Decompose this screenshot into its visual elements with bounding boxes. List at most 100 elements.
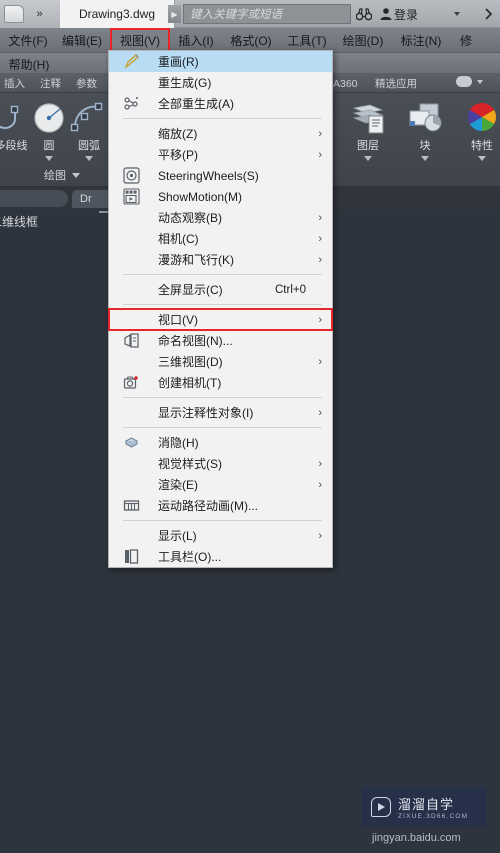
chevron-down-icon[interactable] [45,156,53,161]
menu-bar-item-label: 格式(O) [230,34,272,48]
menu-item-1[interactable]: 重生成(G) [109,72,332,93]
menu-item-24[interactable]: 运动路径动画(M)... [109,495,332,516]
menu-bar-item-1[interactable]: 编辑(E) [56,30,108,51]
menu-bar-item-3[interactable]: 插入(I) [172,30,220,51]
ribbon-tab-label: 注释 [40,78,61,90]
menu-item-14[interactable]: 视口(V) › [108,308,333,331]
show-motion-icon [123,188,140,205]
menu-item-22[interactable]: 视觉样式(S) › [109,453,332,474]
menu-item-19[interactable]: 显示注释性对象(I) › [109,402,332,423]
cloud-icon[interactable] [456,76,472,87]
ribbon-tab-3[interactable]: A360 [333,75,358,92]
watermark-subtitle: ZIXUE.3D66.COM [398,813,469,820]
menu-item-label: 命名视图(N)... [158,334,233,348]
ribbon-tab-0[interactable]: 插入 [4,75,25,92]
menu-bar-item-2[interactable]: 视图(V) [110,28,170,53]
redraw-pencil-icon [123,53,140,70]
ribbon-tab-2[interactable]: 参数 [76,75,97,92]
sign-in-button[interactable]: 登录 [394,6,418,23]
menu-item-9[interactable]: 相机(C) › [109,228,332,249]
menu-item-6[interactable]: SteeringWheels(S) [109,165,332,186]
ribbon-panel-title-draw[interactable]: 绘图 [14,167,110,183]
menu-bar-item-help[interactable]: 帮助(H) [4,54,54,75]
document-tab[interactable]: Drawing3.dwg [60,0,175,28]
menu-item-label: SteeringWheels(S) [158,168,259,183]
submenu-chevron-right-icon: › [318,232,322,245]
menu-item-8[interactable]: 动态观察(B) › [109,207,332,228]
menu-item-4[interactable]: 缩放(Z) › [109,123,332,144]
document-icon[interactable] [4,5,24,23]
menu-item-10[interactable]: 漫游和飞行(K) › [109,249,332,270]
search-input[interactable]: 键入关键字或短语 [183,4,351,24]
menu-bar-item-5[interactable]: 工具(T) [282,30,332,51]
ribbon-button-label: 圆 [43,140,55,152]
menu-item-15[interactable]: 命名视图(N)... [109,330,332,351]
sign-in-label: 登录 [394,8,419,22]
help-icon[interactable] [482,5,500,23]
ribbon-button-layers[interactable]: 图层 [341,101,395,161]
ribbon-tab-4[interactable]: 精选应用 [375,75,417,92]
chevron-down-icon[interactable] [421,156,429,161]
menu-item-5[interactable]: 平移(P) › [109,144,332,165]
menu-bar-item-label: 帮助(H) [8,58,50,72]
menu-bar-item-label: 工具(T) [287,34,327,48]
menu-item-23[interactable]: 渲染(E) › [109,474,332,495]
double-chevron-right-icon[interactable]: » [28,4,50,24]
block-icon [409,103,442,132]
cloud-chevron-down-icon[interactable] [477,80,483,84]
menu-item-17[interactable]: 创建相机(T) [109,372,332,393]
menu-item-7[interactable]: ShowMotion(M) [109,186,332,207]
menu-separator [123,397,322,398]
menu-item-label: 消隐(H) [158,436,199,450]
ribbon-tab-1[interactable]: 注释 [40,75,61,92]
menu-bar-item-8[interactable]: 修 [452,30,480,51]
menu-item-12[interactable]: 全屏显示(C) Ctrl+0 [109,279,332,300]
menu-item-label: 全屏显示(C) [158,283,223,297]
menu-item-label: 三维视图(D) [158,355,223,369]
chevron-right-icon[interactable]: ▶ [168,5,181,23]
menu-item-label: 动态观察(B) [158,211,222,225]
submenu-chevron-right-icon: › [318,313,322,326]
menu-item-label: 渲染(E) [158,478,198,492]
chevron-down-icon[interactable] [478,156,486,161]
menu-bar-item-label: 视图(V) [120,34,160,48]
start-tab[interactable] [0,190,68,207]
chevron-down-icon[interactable] [364,156,372,161]
chevron-down-icon[interactable] [454,12,460,16]
menu-item-label: 创建相机(T) [158,376,222,390]
menu-item-label: 视口(V) [158,313,198,327]
menu-item-label: 平移(P) [158,148,198,162]
menu-bar-item-6[interactable]: 绘图(D) [336,30,390,51]
menu-separator [123,304,322,305]
submenu-chevron-right-icon: › [318,253,322,266]
drawing-tab-label: Dr [80,193,92,205]
menu-item-27[interactable]: 工具栏(O)... [109,546,332,567]
menu-bar-item-label: 插入(I) [178,34,214,48]
panel-title-label: 绘图 [44,170,66,182]
menu-item-21[interactable]: 消隐(H) [109,432,332,453]
viewport-style-label[interactable]: 二维线框 [0,213,38,230]
menu-separator [123,427,322,428]
user-icon[interactable] [377,5,395,23]
menu-item-26[interactable]: 显示(L) › [109,525,332,546]
menu-bar-item-7[interactable]: 标注(N) [394,30,448,51]
view-menu-dropdown[interactable]: 重画(R) 重生成(G) 全部重生成(A) 缩放(Z) › 平移(P) › SteeringW… [108,50,333,568]
chevron-down-icon[interactable] [72,172,80,178]
menu-item-label: 全部重生成(A) [158,97,234,111]
menu-item-2[interactable]: 全部重生成(A) [109,93,332,114]
document-tab-label: Drawing3.dwg [78,7,156,21]
ribbon-button-block[interactable]: 块 [398,101,452,161]
menu-item-16[interactable]: 三维视图(D) › [109,351,332,372]
menu-bar-item-0[interactable]: 文件(F) [4,30,52,51]
named-view-icon [123,332,140,349]
autocad-window: » Drawing3.dwg ▶ 键入关键字或短语 登录 文件(F) 编辑(E)… [0,0,500,853]
menu-item-0[interactable]: 重画(R) [109,51,332,72]
toolbar-icon [123,548,140,565]
menu-separator [123,118,322,119]
menu-bar-item-4[interactable]: 格式(O) [224,30,278,51]
submenu-chevron-right-icon: › [318,355,322,368]
ribbon-button-properties[interactable]: 特性 [455,101,500,161]
binoculars-icon[interactable] [355,5,373,23]
chevron-down-icon[interactable] [85,156,93,161]
watermark-logo: 溜溜自学 ZIXUE.3D66.COM [362,787,486,827]
